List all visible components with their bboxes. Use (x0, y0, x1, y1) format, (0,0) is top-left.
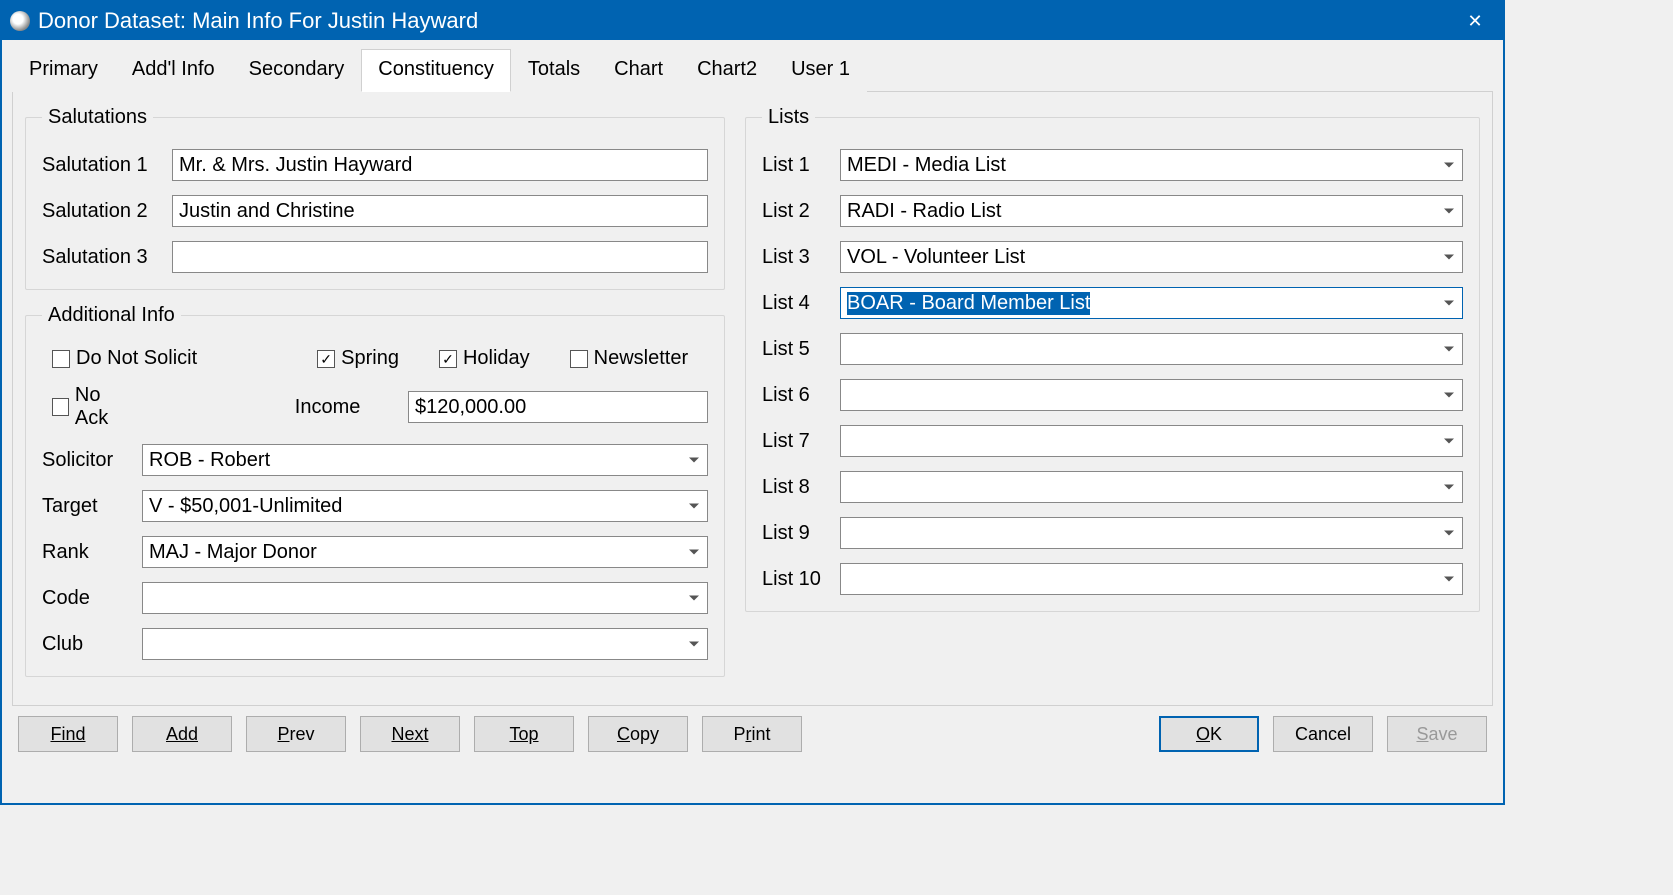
checkbox-icon (570, 350, 588, 368)
list-5-label: List 5 (762, 338, 840, 361)
additional-info-group: Additional Info Do Not Solicit Spring (25, 304, 725, 677)
titlebar: Donor Dataset: Main Info For Justin Hayw… (2, 2, 1503, 40)
list-6-combo[interactable] (840, 379, 1463, 411)
list-7-combo[interactable] (840, 425, 1463, 457)
club-label: Club (42, 633, 142, 656)
ok-button[interactable]: OK (1159, 716, 1259, 752)
tab-page-constituency: Salutations Salutation 1 Salutation 2 Salu… (12, 92, 1493, 706)
newsletter-checkbox[interactable]: Newsletter (570, 347, 688, 370)
lists-legend: Lists (762, 106, 815, 129)
checkbox-label: Do Not Solicit (76, 347, 197, 370)
tab-chart2[interactable]: Chart2 (680, 49, 774, 92)
rank-combo[interactable]: MAJ - Major Donor (142, 536, 708, 568)
club-combo[interactable] (142, 628, 708, 660)
solicitor-combo[interactable]: ROB - Robert (142, 444, 708, 476)
checkbox-row-1: Do Not Solicit Spring Holiday (42, 347, 708, 370)
tab-chart[interactable]: Chart (597, 49, 680, 92)
list-1-label: List 1 (762, 154, 840, 177)
holiday-checkbox[interactable]: Holiday (439, 347, 530, 370)
salutation-2-input[interactable] (172, 195, 708, 227)
client-area: PrimaryAdd'l InfoSecondaryConstituencyTo… (2, 40, 1503, 766)
app-icon (10, 11, 30, 31)
close-icon[interactable]: ✕ (1455, 2, 1495, 40)
list-5-combo[interactable] (840, 333, 1463, 365)
right-column: Lists List 1MEDI - Media ListList 2RADI … (745, 106, 1480, 691)
tab-add-l-info[interactable]: Add'l Info (115, 49, 232, 92)
print-button[interactable]: Print (702, 716, 802, 752)
tab-secondary[interactable]: Secondary (232, 49, 362, 92)
checkbox-label: Spring (341, 347, 399, 370)
copy-button[interactable]: Copy (588, 716, 688, 752)
list-8-label: List 8 (762, 476, 840, 499)
list-4-combo[interactable]: BOAR - Board Member List (840, 287, 1463, 319)
prev-button[interactable]: Prev (246, 716, 346, 752)
list-4-label: List 4 (762, 292, 840, 315)
save-button[interactable]: Save (1387, 716, 1487, 752)
code-combo[interactable] (142, 582, 708, 614)
salutation-3-label: Salutation 3 (42, 246, 172, 269)
list-3-label: List 3 (762, 246, 840, 269)
income-label: Income (295, 396, 368, 419)
list-2-label: List 2 (762, 200, 840, 223)
rank-label: Rank (42, 541, 142, 564)
target-label: Target (42, 495, 142, 518)
list-9-combo[interactable] (840, 517, 1463, 549)
checkbox-row-2: No Ack Income (42, 384, 708, 430)
checkbox-label: No Ack (75, 384, 134, 430)
button-bar: Find Add Prev Next Top Copy Print OK Can… (12, 706, 1493, 756)
window: Donor Dataset: Main Info For Justin Hayw… (0, 0, 1505, 805)
next-button[interactable]: Next (360, 716, 460, 752)
list-3-combo[interactable]: VOL - Volunteer List (840, 241, 1463, 273)
checkbox-icon (439, 350, 457, 368)
checkbox-label: Holiday (463, 347, 530, 370)
solicitor-label: Solicitor (42, 449, 142, 472)
income-input[interactable] (408, 391, 708, 423)
salutation-1-input[interactable] (172, 149, 708, 181)
additional-info-legend: Additional Info (42, 304, 181, 327)
code-label: Code (42, 587, 142, 610)
salutation-3-input[interactable] (172, 241, 708, 273)
checkbox-icon (52, 398, 69, 416)
checkbox-label: Newsletter (594, 347, 688, 370)
left-column: Salutations Salutation 1 Salutation 2 Salu… (25, 106, 725, 691)
spring-checkbox[interactable]: Spring (317, 347, 399, 370)
top-button[interactable]: Top (474, 716, 574, 752)
no-ack-checkbox[interactable]: No Ack (52, 384, 134, 430)
list-6-label: List 6 (762, 384, 840, 407)
tab-user-1[interactable]: User 1 (774, 49, 867, 92)
checkbox-icon (52, 350, 70, 368)
list-9-label: List 9 (762, 522, 840, 545)
list-10-combo[interactable] (840, 563, 1463, 595)
target-combo[interactable]: V - $50,001-Unlimited (142, 490, 708, 522)
tab-primary[interactable]: Primary (12, 49, 115, 92)
checkbox-icon (317, 350, 335, 368)
salutation-1-label: Salutation 1 (42, 154, 172, 177)
salutation-2-label: Salutation 2 (42, 200, 172, 223)
salutations-legend: Salutations (42, 106, 153, 129)
salutations-group: Salutations Salutation 1 Salutation 2 Salu… (25, 106, 725, 290)
tab-totals[interactable]: Totals (511, 49, 597, 92)
cancel-button[interactable]: Cancel (1273, 716, 1373, 752)
lists-group: Lists List 1MEDI - Media ListList 2RADI … (745, 106, 1480, 612)
do-not-solicit-checkbox[interactable]: Do Not Solicit (52, 347, 197, 370)
list-1-combo[interactable]: MEDI - Media List (840, 149, 1463, 181)
window-title: Donor Dataset: Main Info For Justin Hayw… (38, 8, 1455, 34)
list-8-combo[interactable] (840, 471, 1463, 503)
list-10-label: List 10 (762, 568, 840, 591)
tabstrip: PrimaryAdd'l InfoSecondaryConstituencyTo… (12, 48, 1493, 92)
list-2-combo[interactable]: RADI - Radio List (840, 195, 1463, 227)
add-button[interactable]: Add (132, 716, 232, 752)
tab-constituency[interactable]: Constituency (361, 49, 511, 92)
find-button[interactable]: Find (18, 716, 118, 752)
list-7-label: List 7 (762, 430, 840, 453)
